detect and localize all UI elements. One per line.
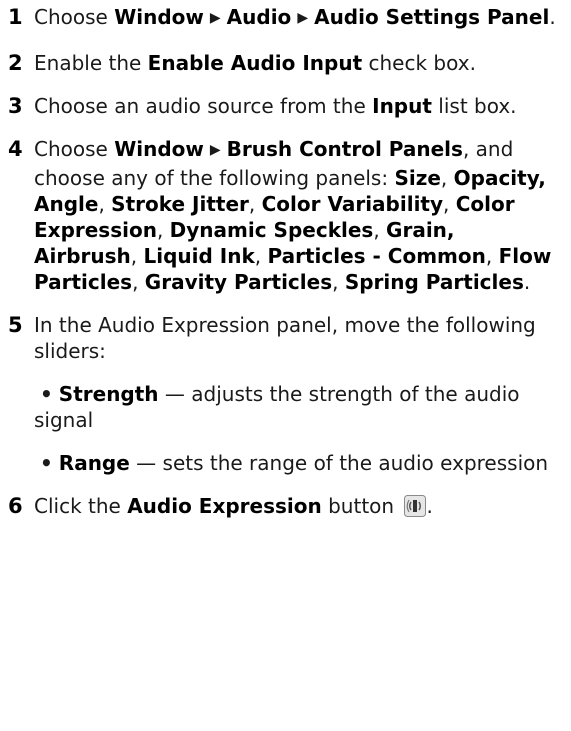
text: .	[523, 270, 531, 294]
text: Enable the	[34, 51, 148, 75]
step-number: 4	[8, 137, 23, 161]
step-text: Choose an audio source from the Input li…	[34, 93, 557, 119]
panel-name: Stroke Jitter	[111, 192, 249, 216]
menu-separator-icon: ▶	[209, 142, 221, 158]
step-5: 5 In the Audio Expression panel, move th…	[8, 312, 557, 476]
text: check box.	[362, 51, 476, 75]
instruction-document: 1 Choose Window ▶ Audio ▶ Audio Settings Pan…	[0, 0, 571, 731]
text: list box.	[431, 94, 517, 118]
text: ,	[443, 192, 456, 216]
step-1: 1 Choose Window ▶ Audio ▶ Audio Settings Pan…	[8, 4, 557, 33]
ui-term: Audio Expression	[127, 494, 322, 518]
step-6: 6 Click the Audio Expression button .	[8, 493, 557, 519]
text: ,	[485, 244, 499, 268]
step-number: 6	[8, 494, 23, 518]
text: — sets the range of the audio expression	[129, 451, 549, 475]
text: .	[549, 5, 556, 29]
menu-separator-icon: ▶	[297, 10, 309, 26]
step-number: 5	[8, 313, 23, 337]
list-item: • Range — sets the range of the audio exp…	[34, 450, 557, 476]
panel-name: Particles - Common	[267, 244, 486, 268]
text: ,	[156, 218, 170, 242]
text: In the Audio Expression panel, move the …	[34, 313, 536, 363]
text: ,	[98, 192, 112, 216]
ui-term: Enable Audio Input	[147, 51, 363, 75]
text: Choose	[34, 5, 115, 29]
step-4: 4 Choose Window ▶ Brush Control Panels, an…	[8, 136, 557, 295]
audio-expression-icon	[404, 495, 427, 517]
slider-name: Strength	[58, 382, 159, 406]
step-number: 3	[8, 94, 23, 118]
bullet-icon: •	[40, 382, 53, 406]
slider-list: • Strength — adjusts the strength of the …	[34, 381, 557, 476]
bullet-icon: •	[40, 451, 53, 475]
text: ,	[248, 192, 262, 216]
text: ,	[130, 244, 144, 268]
panel-name: Color Variability	[261, 192, 444, 216]
step-text: Enable the Enable Audio Input check box.	[34, 50, 557, 76]
step-2: 2 Enable the Enable Audio Input check bo…	[8, 50, 557, 76]
panel-name: Dynamic Speckles	[169, 218, 374, 242]
step-text: Click the Audio Expression button .	[34, 493, 557, 519]
panel-name: Size	[394, 166, 441, 190]
step-number: 2	[8, 51, 23, 75]
step-text: In the Audio Expression panel, move the …	[34, 312, 557, 476]
step-number: 1	[8, 5, 23, 29]
menu-window: Window	[114, 137, 204, 161]
menu-separator-icon: ▶	[209, 10, 221, 26]
ui-term: Input	[372, 94, 432, 118]
text: ,	[132, 270, 145, 294]
text: ,	[373, 218, 387, 242]
menu-audio-settings-panel: Audio Settings Panel	[314, 5, 550, 29]
panel-name: Liquid Ink	[143, 244, 255, 268]
step-text: Choose Window ▶ Brush Control Panels, and …	[34, 136, 557, 295]
menu-window: Window	[114, 5, 204, 29]
panel-name: Gravity Particles	[144, 270, 333, 294]
text: ,	[440, 166, 454, 190]
text: ,	[332, 270, 345, 294]
text: ,	[254, 244, 268, 268]
text: Choose	[34, 137, 115, 161]
list-item: • Strength — adjusts the strength of the …	[34, 381, 557, 433]
text: .	[426, 494, 433, 518]
menu-brush-control-panels: Brush Control Panels	[226, 137, 463, 161]
slider-name: Range	[58, 451, 130, 475]
panel-name: Spring Particles	[344, 270, 524, 294]
text: Click the	[34, 494, 128, 518]
menu-audio: Audio	[226, 5, 292, 29]
step-text: Choose Window ▶ Audio ▶ Audio Settings Panel…	[34, 4, 557, 33]
text: Choose an audio source from the	[34, 94, 373, 118]
step-3: 3 Choose an audio source from the Input …	[8, 93, 557, 119]
text: button	[321, 494, 401, 518]
